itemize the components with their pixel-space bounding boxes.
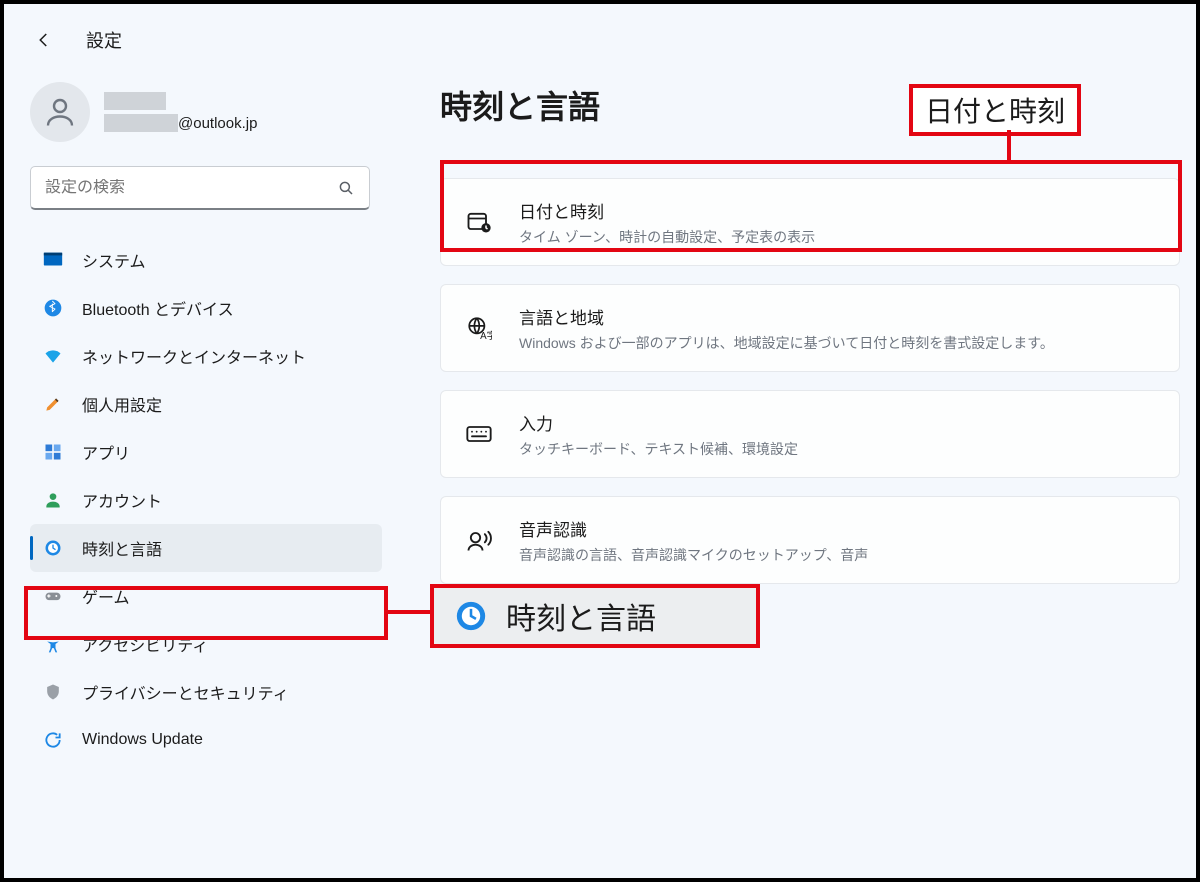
- sidebar-item-label: システム: [82, 248, 146, 272]
- card-title: 音声認識: [519, 516, 868, 541]
- app-title: 設定: [86, 27, 122, 53]
- arrow-left-icon: [35, 31, 53, 49]
- sidebar-item-label: Bluetooth とデバイス: [82, 296, 234, 320]
- sidebar-item-gaming[interactable]: ゲーム: [30, 572, 382, 620]
- clock-globe-icon: [42, 537, 64, 559]
- sidebar-item-bluetooth[interactable]: Bluetooth とデバイス: [30, 284, 382, 332]
- keyboard-icon: [465, 420, 493, 448]
- card-title: 日付と時刻: [519, 198, 815, 223]
- account-block[interactable]: @outlook.jp: [30, 82, 382, 142]
- sidebar-item-network[interactable]: ネットワークとインターネット: [30, 332, 382, 380]
- card-speech[interactable]: 音声認識 音声認識の言語、音声認識マイクのセットアップ、音声: [440, 496, 1180, 584]
- annotation-connector-bottom: [388, 610, 430, 614]
- sidebar-item-time-language[interactable]: 時刻と言語: [30, 524, 382, 572]
- globe-language-icon: A字: [465, 314, 493, 342]
- shield-icon: [42, 681, 64, 703]
- left-panel: @outlook.jp システム Bluetooth とデバイス ネットワークと…: [30, 82, 382, 764]
- gamepad-icon: [42, 585, 64, 607]
- account-icon: [42, 489, 64, 511]
- sidebar-item-personalization[interactable]: 個人用設定: [30, 380, 382, 428]
- person-icon: [42, 94, 78, 130]
- sidebar-item-label: プライバシーとセキュリティ: [82, 680, 289, 704]
- accessibility-icon: [42, 633, 64, 655]
- apps-icon: [42, 441, 64, 463]
- sidebar-item-label: 個人用設定: [82, 392, 162, 416]
- sidebar-item-label: アプリ: [82, 440, 130, 464]
- calendar-clock-icon: [465, 208, 493, 236]
- card-desc: Windows および一部のアプリは、地域設定に基づいて日付と時刻を書式設定しま…: [519, 333, 1054, 353]
- sidebar-item-label: Windows Update: [82, 731, 203, 749]
- sidebar-item-system[interactable]: システム: [30, 236, 382, 284]
- card-desc: 音声認識の言語、音声認識マイクのセットアップ、音声: [519, 545, 868, 565]
- card-title: 言語と地域: [519, 304, 1054, 329]
- sidebar-item-label: 時刻と言語: [82, 536, 162, 560]
- speech-icon: [465, 526, 493, 554]
- clock-globe-icon: [454, 599, 488, 633]
- wifi-icon: [42, 345, 64, 367]
- avatar: [30, 82, 90, 142]
- main-panel: 時刻と言語 日付と時刻 タイム ゾーン、時計の自動設定、予定表の表示 A字 言語…: [440, 82, 1178, 584]
- header-bar: 設定: [4, 4, 1196, 54]
- bluetooth-icon: [42, 297, 64, 319]
- card-title: 入力: [519, 410, 798, 435]
- card-desc: タッチキーボード、テキスト候補、環境設定: [519, 439, 798, 459]
- settings-cards: 日付と時刻 タイム ゾーン、時計の自動設定、予定表の表示 A字 言語と地域 Wi…: [440, 178, 1180, 584]
- annotation-big-callout: 時刻と言語: [430, 584, 760, 648]
- account-email-redacted: [104, 114, 178, 132]
- nav-list: システム Bluetooth とデバイス ネットワークとインターネット 個人用設…: [30, 236, 382, 764]
- update-icon: [42, 729, 64, 751]
- account-email-suffix: @outlook.jp: [178, 115, 257, 132]
- annotation-connector-top: [1007, 130, 1011, 160]
- sidebar-item-label: ゲーム: [82, 584, 130, 608]
- display-icon: [42, 249, 64, 271]
- sidebar-item-accounts[interactable]: アカウント: [30, 476, 382, 524]
- annotation-label-date-time: 日付と時刻: [909, 84, 1081, 136]
- sidebar-item-label: アカウント: [82, 488, 162, 512]
- sidebar-item-label: ネットワークとインターネット: [82, 344, 306, 368]
- back-button[interactable]: [30, 26, 58, 54]
- search-input[interactable]: [45, 179, 337, 197]
- sidebar-item-privacy[interactable]: プライバシーとセキュリティ: [30, 668, 382, 716]
- annotation-big-callout-text: 時刻と言語: [506, 594, 656, 638]
- sidebar-item-windows-update[interactable]: Windows Update: [30, 716, 382, 764]
- svg-text:A字: A字: [480, 329, 492, 341]
- paintbrush-icon: [42, 393, 64, 415]
- sidebar-item-apps[interactable]: アプリ: [30, 428, 382, 476]
- account-name-redacted: [104, 92, 166, 110]
- sidebar-item-accessibility[interactable]: アクセシビリティ: [30, 620, 382, 668]
- search-box[interactable]: [30, 166, 370, 210]
- account-lines: @outlook.jp: [104, 92, 257, 132]
- card-desc: タイム ゾーン、時計の自動設定、予定表の表示: [519, 227, 815, 247]
- card-language-region[interactable]: A字 言語と地域 Windows および一部のアプリは、地域設定に基づいて日付と…: [440, 284, 1180, 372]
- sidebar-item-label: アクセシビリティ: [82, 632, 208, 656]
- card-typing[interactable]: 入力 タッチキーボード、テキスト候補、環境設定: [440, 390, 1180, 478]
- search-icon: [337, 179, 355, 197]
- card-date-time[interactable]: 日付と時刻 タイム ゾーン、時計の自動設定、予定表の表示: [440, 178, 1180, 266]
